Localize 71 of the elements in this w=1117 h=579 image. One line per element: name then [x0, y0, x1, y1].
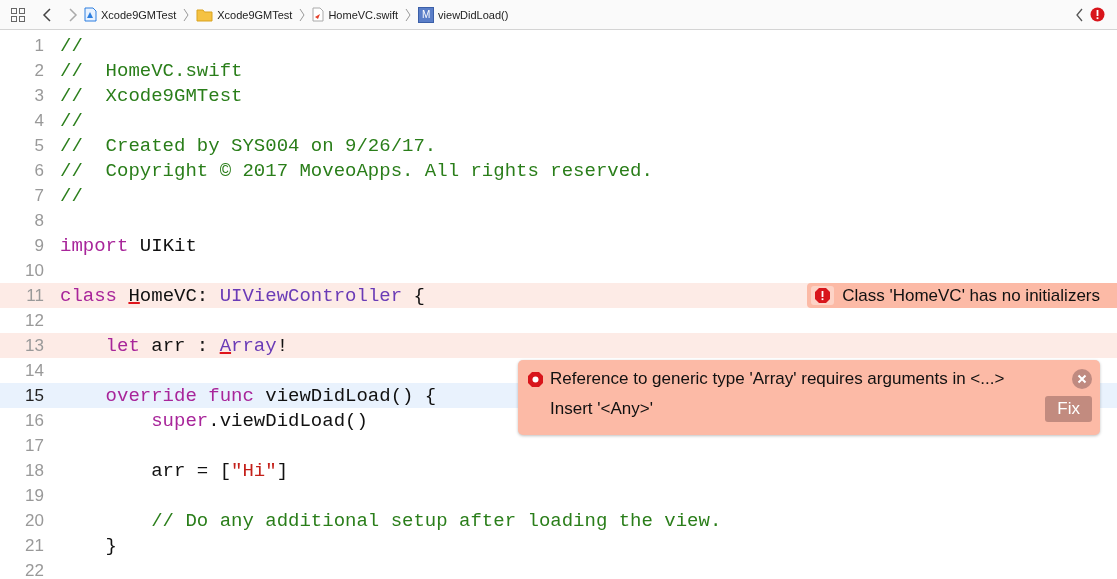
- separator-icon: [183, 7, 190, 22]
- project-file-icon: [84, 7, 97, 22]
- line-number: 12: [24, 310, 44, 331]
- code-token: UIKit: [138, 234, 197, 257]
- line-number: 1: [33, 35, 44, 56]
- code-token: import: [60, 234, 129, 257]
- line-number: 19: [24, 485, 44, 506]
- line-number: 15: [24, 385, 44, 406]
- separator-icon: [405, 7, 412, 22]
- code-token: //: [60, 184, 83, 207]
- code-token: UIViewController: [219, 284, 403, 307]
- line-number: 20: [24, 510, 44, 531]
- line-number: 4: [33, 110, 44, 131]
- line-number: 18: [24, 460, 44, 481]
- code-token: let: [104, 334, 140, 357]
- code-token: .viewDidLoad(): [208, 409, 368, 432]
- swift-file-icon: [312, 7, 325, 22]
- breadcrumb-item[interactable]: Xcode9GMTest: [84, 7, 177, 22]
- error-icon[interactable]: [1090, 7, 1105, 22]
- grid-icon[interactable]: [10, 6, 26, 23]
- code-token: super: [150, 409, 209, 432]
- line-number: 7: [33, 185, 44, 206]
- error-annotation[interactable]: Class 'HomeVC' has no initializers: [807, 283, 1117, 308]
- line-number: 13: [24, 335, 44, 356]
- fix-suggestion[interactable]: Insert '<Any>': [550, 399, 653, 419]
- line-number: 22: [24, 560, 44, 579]
- code-token: !: [276, 334, 289, 357]
- code-token: viewDidLoad() {: [264, 384, 437, 407]
- code-token: override func: [104, 384, 254, 407]
- error-icon: [527, 370, 544, 388]
- line-number: 2: [33, 60, 44, 81]
- error-message: Reference to generic type 'Array' requires arguments in <...>: [550, 369, 1006, 389]
- code-token: A: [219, 334, 232, 357]
- line-number: 8: [33, 210, 44, 231]
- line-number: 9: [33, 235, 44, 256]
- line-number: 21: [24, 535, 44, 556]
- code-token: rray: [231, 334, 277, 357]
- line-number: 6: [33, 160, 44, 181]
- code-token: }: [104, 534, 117, 557]
- line-number: 17: [24, 435, 44, 456]
- code-token: // Do any additional setup after loading the view.: [150, 509, 722, 532]
- line-number: 16: [24, 410, 44, 431]
- code-token: class: [60, 284, 118, 307]
- code-token: arr = [: [150, 459, 232, 482]
- code-token: //: [60, 109, 83, 132]
- folder-icon: [196, 7, 214, 22]
- line-number: 14: [24, 360, 44, 381]
- code-token: // Copyright © 2017 MoveoApps. All rights reserved.: [60, 159, 653, 182]
- code-token: H: [128, 284, 140, 307]
- breadcrumb-item[interactable]: Xcode9GMTest: [196, 7, 293, 22]
- breadcrumb-item[interactable]: M viewDidLoad(): [418, 6, 509, 23]
- separator-icon: [299, 7, 306, 22]
- error-icon: [814, 287, 832, 304]
- method-badge: M: [418, 6, 435, 23]
- code-token: // Created by SYS004 on 9/26/17.: [60, 134, 437, 157]
- code-token: // Xcode9GMTest: [60, 84, 243, 107]
- code-token: "Hi": [231, 459, 277, 482]
- line-number: 3: [33, 85, 44, 106]
- line-number: 11: [25, 285, 44, 306]
- code-token: omeVC:: [139, 284, 210, 307]
- back-icon[interactable]: [42, 7, 52, 22]
- previous-issue-icon[interactable]: [1075, 7, 1084, 22]
- code-token: {: [412, 284, 425, 307]
- code-token: arr :: [150, 334, 210, 357]
- line-number: 10: [24, 260, 44, 281]
- line-number: 5: [33, 135, 44, 156]
- code-token: ]: [276, 459, 289, 482]
- breadcrumb-item[interactable]: HomeVC.swift: [312, 7, 399, 22]
- close-icon[interactable]: [1072, 369, 1092, 389]
- code-token: //: [60, 34, 83, 57]
- code-token: // HomeVC.swift: [60, 59, 243, 82]
